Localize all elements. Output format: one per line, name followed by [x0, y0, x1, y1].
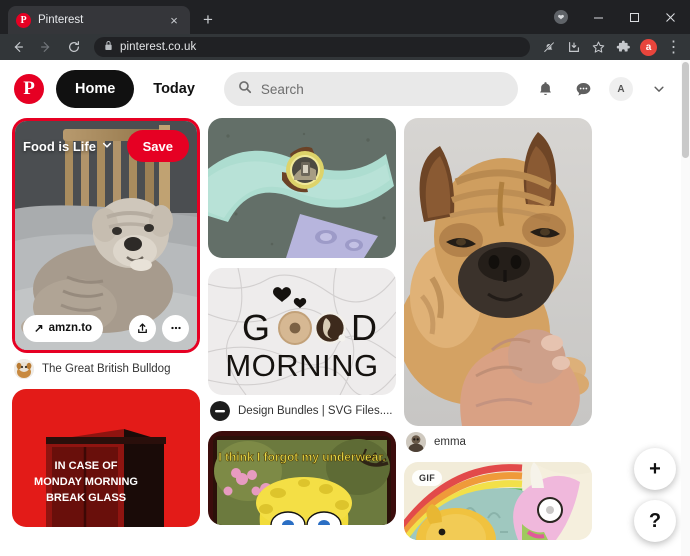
toolbar-icons: a ⋮ — [536, 35, 686, 59]
search-placeholder: Search — [260, 81, 304, 97]
external-link-arrow-icon: ↗ — [34, 323, 44, 335]
pin-card-spongebob[interactable]: I think I forgot my underwear. — [208, 431, 396, 525]
page-scrollbar-thumb[interactable] — [682, 62, 689, 158]
pin-card-break-glass[interactable]: IN CASE OF MONDAY MORNING BREAK GLASS — [12, 389, 200, 527]
back-button[interactable] — [4, 34, 32, 60]
browser-profile-chip[interactable]: ❤ — [548, 4, 574, 30]
address-bar[interactable]: pinterest.co.uk — [94, 37, 530, 57]
account-avatar[interactable]: A — [604, 72, 638, 106]
svg-text:D: D — [351, 307, 377, 348]
svg-text:I think I forgot my underwear.: I think I forgot my underwear. — [218, 450, 385, 464]
forward-button[interactable] — [32, 34, 60, 60]
floating-action-buttons: + ? — [634, 448, 676, 542]
nav-tab-today[interactable]: Today — [138, 70, 210, 108]
browser-tab-pinterest[interactable]: P Pinterest × — [8, 6, 190, 34]
window-maximize-button[interactable] — [616, 2, 652, 32]
svg-text:BREAK GLASS: BREAK GLASS — [46, 492, 126, 504]
share-upload-icon[interactable] — [129, 314, 156, 342]
pin-column-2: G D MORNING Design Bundles | SVG Files..… — [208, 118, 396, 525]
heart-icon: ❤ — [554, 10, 568, 24]
install-app-icon[interactable] — [561, 35, 586, 59]
messages-chat-icon[interactable] — [566, 72, 600, 106]
more-options-icon[interactable] — [162, 314, 189, 342]
pin-image[interactable]: GIF — [404, 462, 592, 540]
pin-attribution-label: Design Bundles | SVG Files.... — [238, 405, 393, 417]
window-controls-area: ❤ — [548, 0, 690, 34]
notifications-off-icon[interactable] — [536, 35, 561, 59]
page-scrollbar[interactable] — [681, 60, 690, 556]
create-pin-button[interactable]: + — [634, 448, 676, 490]
pin-attribution-label: The Great British Bulldog — [42, 363, 171, 375]
gif-badge: GIF — [412, 470, 443, 486]
pin-attribution[interactable]: The Great British Bulldog — [12, 353, 200, 379]
tab-close-icon[interactable]: × — [166, 12, 182, 28]
address-bar-url: pinterest.co.uk — [120, 41, 197, 53]
bookmark-star-icon[interactable] — [586, 35, 611, 59]
pinterest-logo-icon[interactable]: P — [14, 74, 44, 104]
pinterest-header: P Home Today Search A — [0, 60, 690, 118]
pin-image[interactable]: IN CASE OF MONDAY MORNING BREAK GLASS — [12, 389, 200, 527]
notifications-bell-icon[interactable] — [528, 72, 562, 106]
pin-image[interactable] — [208, 118, 396, 258]
chevron-down-icon[interactable] — [642, 72, 676, 106]
extensions-puzzle-icon[interactable] — [611, 35, 636, 59]
pin-image[interactable]: Food is Life Save ↗ amzn.to — [12, 118, 200, 353]
chevron-down-icon — [101, 139, 113, 154]
board-name: Food is Life — [23, 138, 96, 154]
svg-text:MORNING: MORNING — [225, 348, 378, 383]
pin-image[interactable] — [404, 118, 592, 426]
window-minimize-button[interactable] — [580, 2, 616, 32]
tab-strip: P Pinterest × + ❤ — [0, 0, 690, 34]
pin-card-adventure-time-gif[interactable]: GIF — [404, 462, 592, 540]
board-selector[interactable]: Food is Life — [23, 139, 113, 154]
avatar-initial: A — [609, 77, 633, 101]
lock-icon — [104, 38, 113, 56]
pin-card-french-bulldog[interactable]: emma — [404, 118, 592, 452]
svg-text:IN CASE OF: IN CASE OF — [55, 460, 118, 472]
svg-text:G: G — [242, 307, 271, 348]
pin-grid: Food is Life Save ↗ amzn.to The Great Br… — [0, 118, 690, 540]
avatar — [406, 432, 426, 452]
pin-attribution-label: emma — [434, 436, 466, 448]
pin-attribution[interactable]: Design Bundles | SVG Files.... — [208, 395, 396, 421]
browser-profile-avatar[interactable]: a — [636, 35, 661, 59]
pin-image[interactable]: I think I forgot my underwear. — [208, 431, 396, 525]
browser-menu-button[interactable]: ⋮ — [661, 35, 686, 59]
new-tab-button[interactable]: + — [194, 6, 222, 34]
tab-title: Pinterest — [38, 14, 84, 26]
browser-window: P Pinterest × + ❤ pinterest.co.uk a ⋮ P … — [0, 0, 690, 556]
svg-text:MONDAY MORNING: MONDAY MORNING — [34, 476, 138, 488]
nav-tab-home[interactable]: Home — [56, 70, 135, 108]
avatar — [14, 359, 34, 379]
pin-hover-bottom-bar: ↗ amzn.to — [23, 314, 189, 342]
pin-image[interactable]: G D MORNING — [208, 268, 396, 395]
pin-hover-top-bar: Food is Life Save — [23, 129, 189, 163]
pin-attribution[interactable]: emma — [404, 426, 592, 452]
search-icon — [238, 80, 252, 99]
help-button[interactable]: ? — [634, 500, 676, 542]
browser-toolbar: pinterest.co.uk a ⋮ — [0, 34, 690, 60]
pin-card-good-morning[interactable]: G D MORNING Design Bundles | SVG Files..… — [208, 268, 396, 421]
search-input[interactable]: Search — [223, 72, 518, 106]
pin-card-watch-illustration[interactable] — [208, 118, 396, 258]
pinterest-page: P Home Today Search A Food is Life Save … — [0, 60, 690, 556]
window-close-button[interactable] — [652, 2, 688, 32]
reload-button[interactable] — [60, 34, 88, 60]
avatar — [210, 401, 230, 421]
save-button[interactable]: Save — [126, 130, 189, 162]
source-link-chip[interactable]: ↗ amzn.to — [23, 314, 104, 342]
pinterest-favicon-icon: P — [16, 12, 31, 28]
pin-action-buttons — [129, 314, 189, 342]
pin-card-bulldog-puppy[interactable]: Food is Life Save ↗ amzn.to The Great Br… — [12, 118, 200, 379]
pin-column-1: Food is Life Save ↗ amzn.to The Great Br… — [12, 118, 200, 527]
source-domain: amzn.to — [48, 322, 93, 334]
pin-column-3: emma GIF — [404, 118, 592, 540]
